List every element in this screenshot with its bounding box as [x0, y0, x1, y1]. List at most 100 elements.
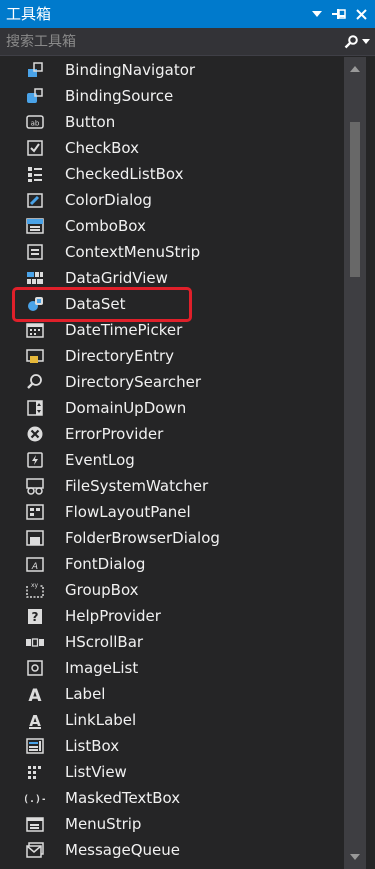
triangle-up-icon	[350, 66, 360, 72]
search-button[interactable]	[339, 29, 375, 55]
title-bar: 工具箱	[0, 0, 375, 28]
link-label-icon: A	[25, 711, 45, 729]
directory-searcher-icon	[25, 373, 45, 391]
toolbox-item-combo-box[interactable]: ComboBox	[0, 213, 340, 239]
file-system-watcher-icon	[25, 477, 45, 495]
chevron-down-icon	[362, 39, 370, 44]
toolbox-item-domain-up-down[interactable]: DomainUpDown	[0, 395, 340, 421]
toolbox-item-label: ColorDialog	[65, 191, 152, 209]
checked-list-box-icon	[25, 165, 45, 183]
button-icon: ab	[25, 113, 45, 131]
binding-navigator-icon	[25, 61, 45, 79]
toolbox-item-help-provider[interactable]: ? HelpProvider	[0, 603, 340, 629]
menu-strip-icon	[25, 815, 45, 833]
toolbox-item-message-queue[interactable]: MessageQueue	[0, 837, 340, 863]
search-input[interactable]	[0, 27, 339, 56]
toolbox-item-masked-text-box[interactable]: (.)- MaskedTextBox	[0, 785, 340, 811]
label-icon: A	[25, 685, 45, 703]
toolbox-item-label: ErrorProvider	[65, 425, 164, 443]
close-button[interactable]	[351, 4, 371, 24]
hscrollbar-icon	[25, 633, 45, 651]
toolbox-item-button[interactable]: ab Button	[0, 109, 340, 135]
toolbox-item-directory-searcher[interactable]: DirectorySearcher	[0, 369, 340, 395]
checkbox-icon	[25, 139, 45, 157]
toolbox-item-date-time-picker[interactable]: DateTimePicker	[0, 317, 340, 343]
color-dialog-icon	[25, 191, 45, 209]
title-bar-controls	[307, 0, 371, 28]
flow-layout-panel-icon	[25, 503, 45, 521]
domain-up-down-icon	[25, 399, 45, 417]
toolbox-item-label: GroupBox	[65, 581, 139, 599]
toolbox-item-label: DomainUpDown	[65, 399, 187, 417]
toolbox-item-label: DataGridView	[65, 269, 168, 287]
masked-text-box-icon: (.)-	[25, 789, 45, 807]
auto-hide-pin-button[interactable]	[329, 4, 349, 24]
error-provider-icon	[25, 425, 45, 443]
toolbox-item-font-dialog[interactable]: A FontDialog	[0, 551, 340, 577]
toolbox-item-binding-navigator[interactable]: BindingNavigator	[0, 57, 340, 83]
scroll-up-button[interactable]	[344, 59, 366, 79]
toolbox-item-label: LinkLabel	[65, 711, 137, 729]
vertical-scrollbar[interactable]	[344, 57, 366, 869]
toolbox-item-label: CheckedListBox	[65, 165, 184, 183]
toolbox-item-label: FileSystemWatcher	[65, 477, 209, 495]
toolbox-item-menu-strip[interactable]: MenuStrip	[0, 811, 340, 837]
toolbox-item-label: ContextMenuStrip	[65, 243, 201, 261]
scroll-thumb[interactable]	[350, 122, 360, 277]
toolbox-item-directory-entry[interactable]: DirectoryEntry	[0, 343, 340, 369]
toolbox-item-flow-layout-panel[interactable]: FlowLayoutPanel	[0, 499, 340, 525]
group-box-icon: xy	[25, 581, 45, 599]
toolbox-list: BindingNavigator BindingSource ab Button Che…	[0, 57, 340, 869]
toolbox-item-binding-source[interactable]: BindingSource	[0, 83, 340, 109]
message-queue-icon	[25, 841, 45, 859]
toolbox-item-context-menu-strip[interactable]: ContextMenuStrip	[0, 239, 340, 265]
toolbox-item-image-list[interactable]: ImageList	[0, 655, 340, 681]
search-icon	[344, 34, 358, 48]
toolbox-item-label: FolderBrowserDialog	[65, 529, 220, 547]
toolbox-item-event-log[interactable]: EventLog	[0, 447, 340, 473]
triangle-down-icon	[312, 11, 322, 17]
triangle-down-icon	[350, 854, 360, 860]
scroll-down-button[interactable]	[344, 847, 366, 867]
toolbox-item-label: ListView	[65, 763, 127, 781]
close-icon	[355, 8, 367, 20]
toolbox-item-label: Button	[65, 113, 116, 131]
toolbox-item-label: MessageQueue	[65, 841, 181, 859]
toolbox-item-label: DirectorySearcher	[65, 373, 202, 391]
toolbox-item-error-provider[interactable]: ErrorProvider	[0, 421, 340, 447]
binding-source-icon	[25, 87, 45, 105]
toolbox-item-check-box[interactable]: CheckBox	[0, 135, 340, 161]
toolbox-item-checked-list-box[interactable]: CheckedListBox	[0, 161, 340, 187]
list-view-icon	[25, 763, 45, 781]
folder-browser-dialog-icon	[25, 529, 45, 547]
date-time-picker-icon	[25, 321, 45, 339]
directory-entry-icon	[25, 347, 45, 365]
svg-text:xy: xy	[31, 582, 39, 589]
help-provider-icon: ?	[25, 607, 45, 625]
combo-box-icon	[25, 217, 45, 235]
toolbox-item-hscroll-bar[interactable]: HScrollBar	[0, 629, 340, 655]
toolbox-item-label: EventLog	[65, 451, 135, 469]
toolbox-item-label: Label	[65, 685, 106, 703]
toolbox-item-label: HelpProvider	[65, 607, 161, 625]
toolbox-item-list-box[interactable]: ListBox	[0, 733, 340, 759]
toolbox-item-data-set[interactable]: DataSet	[0, 291, 340, 317]
toolbox-item-label: ComboBox	[65, 217, 146, 235]
toolbox-item-folder-browser-dialog[interactable]: FolderBrowserDialog	[0, 525, 340, 551]
toolbox-item-list-view[interactable]: ListView	[0, 759, 340, 785]
pin-icon	[332, 9, 346, 19]
toolbox-item-color-dialog[interactable]: ColorDialog	[0, 187, 340, 213]
image-list-icon	[25, 659, 45, 677]
svg-text:(.)-: (.)-	[25, 794, 45, 805]
window-options-button[interactable]	[307, 4, 327, 24]
toolbox-item-data-grid-view[interactable]: DataGridView	[0, 265, 340, 291]
svg-text:ab: ab	[31, 120, 40, 128]
event-log-icon	[25, 451, 45, 469]
window-title: 工具箱	[6, 5, 52, 23]
toolbox-item-file-system-watcher[interactable]: FileSystemWatcher	[0, 473, 340, 499]
search-bar	[0, 27, 375, 56]
toolbox-item-link-label[interactable]: A LinkLabel	[0, 707, 340, 733]
toolbox-item-label[interactable]: A Label	[0, 681, 340, 707]
toolbox-item-label: ImageList	[65, 659, 139, 677]
toolbox-item-group-box[interactable]: xy GroupBox	[0, 577, 340, 603]
